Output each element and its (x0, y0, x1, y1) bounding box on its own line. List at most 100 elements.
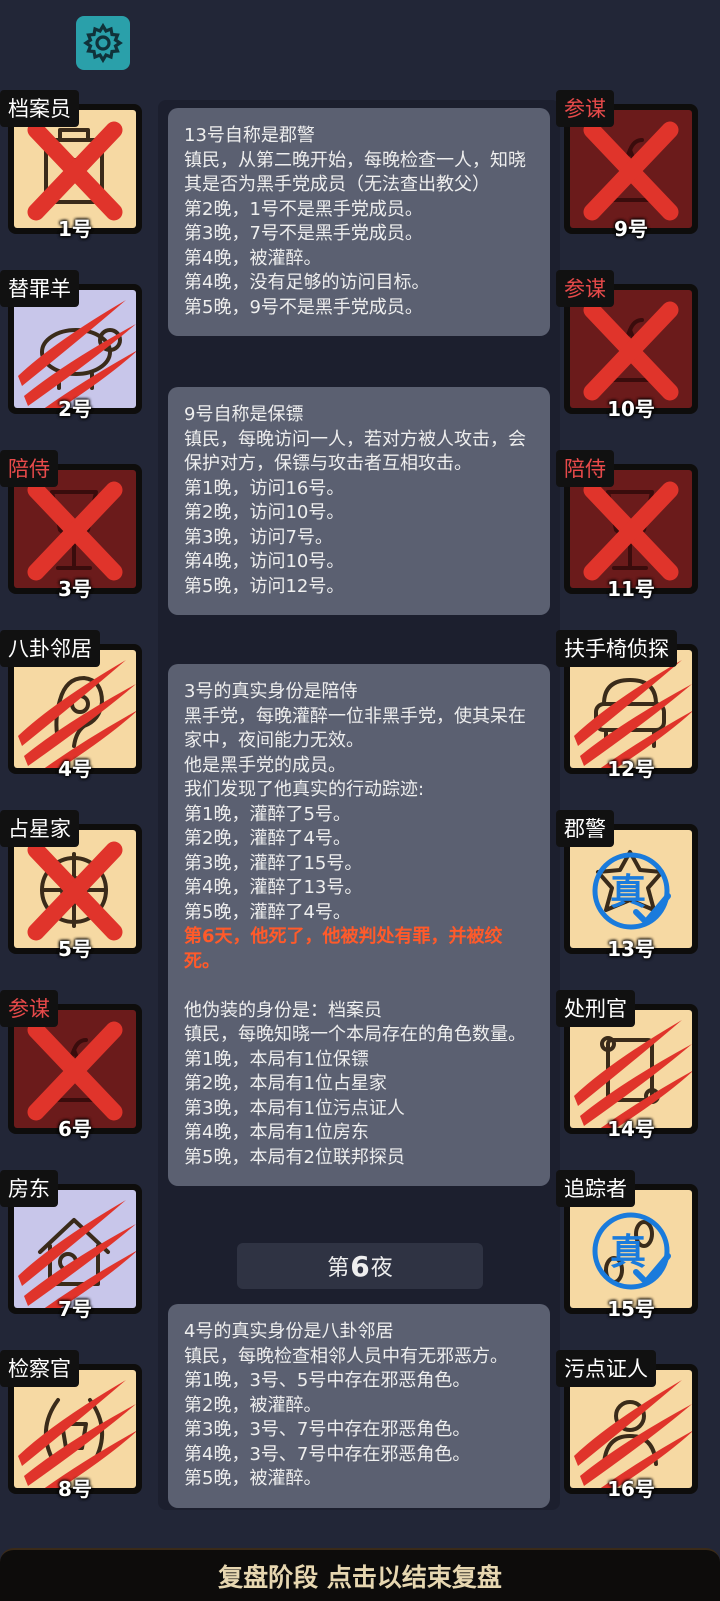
role-portrait (14, 110, 136, 228)
role-portrait (570, 1370, 692, 1488)
player-number: 4号 (58, 757, 92, 781)
log-line: 第1晚，3号、5号中存在邪恶角色。 (184, 1370, 471, 1391)
role-name-tag: 处刑官 (556, 990, 635, 1027)
night-prefix: 第 (327, 1256, 350, 1281)
eliminated-x-icon (27, 481, 123, 581)
settings-button[interactable] (76, 16, 130, 70)
player-card-8号[interactable]: 检察官 8号 (0, 1350, 142, 1501)
log-entry-card: 3号的真实身份是陪侍黑手党，每晚灌醉一位非黑手党，使其呆在家中，夜间能力无效。他… (168, 664, 550, 1186)
claw-marks-icon (18, 300, 136, 408)
role-portrait: 真 (570, 1190, 692, 1308)
player-number: 8号 (58, 1477, 92, 1501)
role-portrait (14, 470, 136, 588)
role-name-tag: 房东 (0, 1170, 58, 1207)
log-line: 第5晚，被灌醉。 (184, 1468, 322, 1489)
player-number: 2号 (58, 397, 92, 421)
review-log-panel[interactable]: 13号自称是郡警 镇民，从第二晚开始，每晚检查一人，知晓其是否为黑手党成员（无法查… (168, 108, 550, 1508)
log-line: 第3晚，本局有1位污点证人 (184, 1097, 405, 1119)
role-portrait (14, 1010, 136, 1128)
player-number: 9号 (614, 217, 648, 241)
claw-marks-icon (574, 1380, 692, 1488)
log-line: 第2晚，1号不是黑手党成员。 (184, 198, 423, 220)
claw-marks-icon (574, 1020, 692, 1128)
player-number: 10号 (607, 397, 655, 421)
player-card-5号[interactable]: 占星家 5号 (0, 810, 142, 961)
player-card-4号[interactable]: 八卦邻居 4号 (0, 630, 142, 781)
log-line: 13号自称是郡警 (184, 125, 315, 146)
log-line: 第1晚，本局有1位保镖 (184, 1048, 369, 1070)
player-number: 3号 (58, 577, 92, 601)
player-card-11号[interactable]: 陪侍 11号 (556, 450, 698, 601)
role-name-tag: 参谋 (0, 990, 58, 1027)
player-card-10号[interactable]: 参谋 10号 (556, 270, 698, 421)
role-name-tag: 占星家 (0, 810, 79, 847)
role-name-tag: 参谋 (556, 270, 614, 307)
player-card-7号[interactable]: 房东 7号 (0, 1170, 142, 1321)
player-card-6号[interactable]: 参谋 6号 (0, 990, 142, 1141)
log-entry-card: 9号自称是保镖 镇民，每晚访问一人，若对方被人攻击，会保护对方，保镖与攻击者互相攻… (168, 387, 550, 615)
player-number: 1号 (58, 217, 92, 241)
verified-stamp-icon: 真 (592, 1212, 671, 1290)
role-name-tag: 陪侍 (556, 450, 614, 487)
log-line: 第2晚，被灌醉。 (184, 1394, 322, 1416)
log-line: 3号的真实身份是陪侍 (184, 681, 358, 702)
claw-marks-icon (18, 1380, 136, 1488)
verified-stamp-icon: 真 (592, 852, 671, 930)
log-alert-line: 第6天，他死了，他被判处有罪，并被绞死。 (184, 926, 503, 972)
log-line: 第4晚，没有足够的访问目标。 (184, 272, 430, 293)
player-number: 16号 (607, 1477, 655, 1501)
log-line: 第4晚，本局有1位房东 (184, 1122, 369, 1143)
svg-text:真: 真 (610, 872, 646, 913)
eliminated-x-icon (27, 121, 123, 221)
log-line: 镇民，每晚检查相邻人员中有无邪恶方。 (184, 1345, 508, 1367)
role-portrait (570, 650, 692, 768)
log-entry-card: 13号自称是郡警 镇民，从第二晚开始，每晚检查一人，知晓其是否为黑手党成员（无法查… (168, 108, 550, 336)
player-number: 15号 (607, 1297, 655, 1321)
role-name-tag: 陪侍 (0, 450, 58, 487)
role-portrait (14, 650, 136, 768)
log-line: 第2晚，访问10号。 (184, 502, 345, 523)
player-number: 6号 (58, 1117, 92, 1141)
svg-text:真: 真 (610, 1232, 646, 1273)
role-portrait (14, 1190, 136, 1308)
log-line: 镇民，每晚访问一人，若对方被人攻击，会保护对方，保镖与攻击者互相攻击。 (184, 428, 526, 475)
log-line: 第2晚，本局有1位占星家 (184, 1073, 387, 1094)
role-name-tag: 参谋 (556, 90, 614, 127)
player-card-12号[interactable]: 扶手椅侦探 12号 (556, 630, 698, 781)
log-line: 第4晚，灌醉了13号。 (184, 877, 363, 898)
log-line: 第5晚，本局有2位联邦探员 (184, 1146, 405, 1168)
player-card-15号[interactable]: 真 追踪者 15号 (556, 1170, 698, 1321)
log-line: 第2晚，灌醉了4号。 (184, 828, 351, 849)
log-line: 第5晚，灌醉了4号。 (184, 901, 351, 923)
player-card-16号[interactable]: 污点证人 16号 (556, 1350, 698, 1501)
player-number: 11号 (607, 577, 655, 601)
night-number: 6 (350, 1249, 370, 1283)
eliminated-x-icon (27, 1021, 123, 1121)
end-review-button[interactable]: 复盘阶段 点击以结束复盘 (0, 1548, 720, 1601)
role-portrait: 真 (570, 830, 692, 948)
player-card-3号[interactable]: 陪侍 3号 (0, 450, 142, 601)
log-line: 黑手党，每晚灌醉一位非黑手党，使其呆在家中，夜间能力无效。 (184, 705, 526, 752)
player-card-9号[interactable]: 参谋 9号 (556, 90, 698, 241)
player-card-2号[interactable]: 替罪羊 2号 (0, 270, 142, 421)
role-name-tag: 检察官 (0, 1350, 79, 1387)
log-line: 第1晚，灌醉了5号。 (184, 803, 351, 825)
log-line: 第3晚，访问7号。 (184, 526, 333, 548)
log-line: 第5晚，9号不是黑手党成员。 (184, 296, 423, 318)
claw-marks-icon (18, 1200, 136, 1308)
night-suffix: 夜 (370, 1256, 393, 1281)
player-card-1号[interactable]: 档案员 1号 (0, 90, 142, 241)
player-number: 12号 (607, 757, 655, 781)
role-portrait (570, 470, 692, 588)
log-line: 他伪装的身份是：档案员 (184, 999, 382, 1021)
role-portrait (570, 110, 692, 228)
log-line: 第3晚，7号不是黑手党成员。 (184, 223, 423, 244)
role-portrait (14, 1370, 136, 1488)
player-number: 5号 (58, 937, 92, 961)
player-card-13号[interactable]: 真 郡警 13号 (556, 810, 698, 961)
player-number: 13号 (607, 937, 655, 961)
role-name-tag: 追踪者 (556, 1170, 635, 1207)
player-card-14号[interactable]: 处刑官 14号 (556, 990, 698, 1141)
role-name-tag: 替罪羊 (0, 270, 79, 307)
